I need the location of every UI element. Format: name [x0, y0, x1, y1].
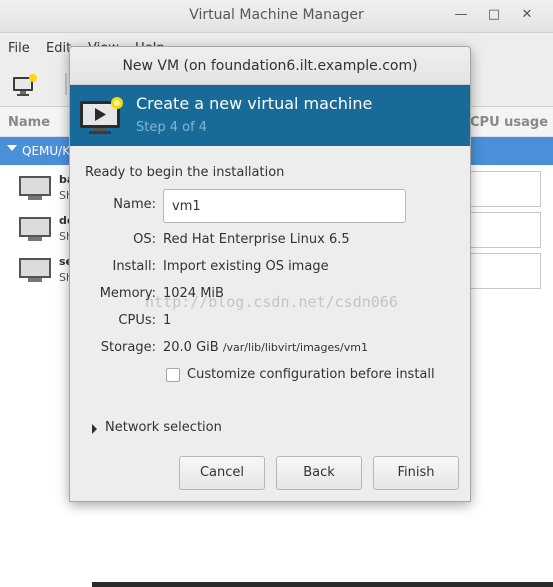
- storage-label: Storage:: [100, 340, 156, 355]
- dialog-title: New VM (on foundation6.ilt.example.com): [70, 47, 470, 85]
- os-value: Red Hat Enterprise Linux 6.5: [163, 232, 350, 247]
- install-value: Import existing OS image: [163, 259, 329, 274]
- finish-button[interactable]: Finish: [373, 456, 459, 490]
- cpu-usage-graph: [468, 253, 541, 289]
- monitor-icon: [19, 176, 51, 200]
- customize-label[interactable]: Customize configuration before install: [187, 367, 435, 382]
- banner-title: Create a new virtual machine: [136, 94, 373, 113]
- cpus-value: 1: [163, 313, 172, 328]
- column-usage[interactable]: CPU usage: [470, 115, 548, 130]
- expander-down-icon[interactable]: [7, 145, 17, 151]
- network-selection-label[interactable]: Network selection: [105, 420, 222, 435]
- back-button[interactable]: Back: [276, 456, 362, 490]
- toolbar-separator: [65, 73, 67, 95]
- ready-text: Ready to begin the installation: [85, 165, 285, 180]
- new-vm-monitor-icon: [80, 97, 123, 134]
- name-label: Name:: [113, 197, 156, 212]
- dialog-body: Ready to begin the installation Name: OS…: [70, 146, 470, 501]
- main-titlebar: Virtual Machine Manager — □ ✕: [0, 0, 553, 33]
- storage-value: 20.0 GiB /var/lib/libvirt/images/vm1: [163, 340, 368, 355]
- bottom-edge: [92, 582, 553, 587]
- cpu-usage-graph: [468, 212, 541, 248]
- cpus-label: CPUs:: [118, 313, 156, 328]
- new-vm-icon[interactable]: [12, 73, 38, 97]
- banner-step: Step 4 of 4: [136, 120, 208, 135]
- storage-path: /var/lib/libvirt/images/vm1: [222, 341, 368, 354]
- menu-file[interactable]: File: [8, 41, 30, 56]
- monitor-icon: [19, 258, 51, 282]
- menu-edit[interactable]: Edit: [46, 41, 71, 56]
- column-name[interactable]: Name: [8, 115, 50, 130]
- install-label: Install:: [112, 259, 156, 274]
- name-field[interactable]: [163, 189, 406, 223]
- os-label: OS:: [133, 232, 156, 247]
- cpu-usage-graph: [468, 171, 541, 207]
- main-window-title: Virtual Machine Manager: [189, 7, 364, 23]
- monitor-icon: [19, 217, 51, 241]
- minimize-icon[interactable]: —: [453, 7, 469, 23]
- maximize-icon[interactable]: □: [486, 7, 502, 23]
- wizard-banner: Create a new virtual machine Step 4 of 4: [70, 85, 470, 146]
- close-icon[interactable]: ✕: [519, 7, 535, 23]
- memory-label: Memory:: [99, 286, 156, 301]
- watermark-text: http://blog.csdn.net/csdn066: [145, 293, 398, 311]
- storage-size: 20.0 GiB: [163, 340, 219, 355]
- customize-checkbox[interactable]: [166, 368, 180, 382]
- expander-right-icon[interactable]: [92, 424, 97, 434]
- cancel-button[interactable]: Cancel: [179, 456, 265, 490]
- new-vm-dialog: New VM (on foundation6.ilt.example.com) …: [69, 46, 471, 502]
